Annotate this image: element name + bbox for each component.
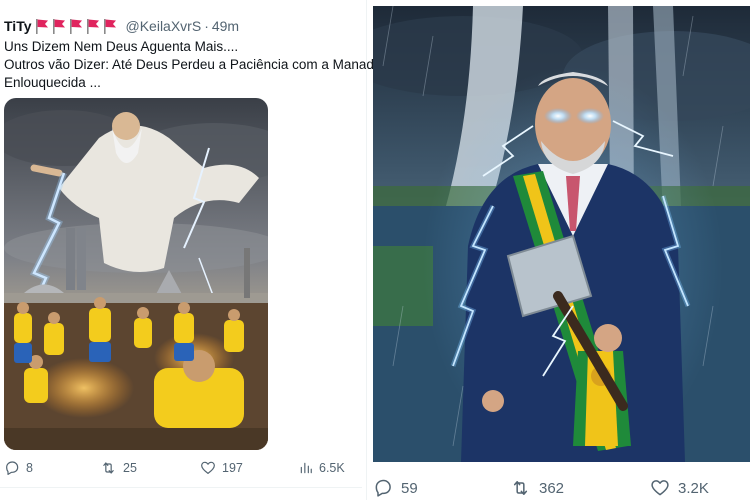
repost-icon bbox=[513, 481, 528, 495]
analytics-icon bbox=[300, 462, 312, 474]
reply-icon bbox=[375, 479, 391, 497]
author-handle[interactable]: @KeilaXvrS bbox=[126, 18, 202, 34]
tweet-actions: 8 25 197 6.5K bbox=[0, 455, 362, 481]
repost-button[interactable]: 362 bbox=[510, 476, 564, 500]
reply-icon bbox=[6, 461, 19, 475]
reply-button[interactable]: 8 bbox=[4, 455, 33, 481]
tweet-text: Uns Dizem Nem Deus Aguenta Mais.... Outr… bbox=[4, 38, 382, 92]
reply-count: 8 bbox=[26, 461, 33, 475]
repost-button[interactable]: 25 bbox=[100, 455, 137, 481]
repost-icon bbox=[103, 462, 114, 474]
tweet-text-line: Outros vão Dizer: Até Deus Perdeu a Paci… bbox=[4, 57, 382, 72]
tweet-media-image[interactable] bbox=[373, 6, 750, 462]
heart-icon bbox=[201, 461, 215, 474]
red-flag-icon bbox=[35, 18, 49, 34]
column-divider bbox=[366, 0, 367, 500]
red-flag-icon bbox=[103, 18, 117, 34]
like-button[interactable]: 3.2K bbox=[650, 476, 709, 500]
tweet-header: TiTy @KeilaXvrS · 49m bbox=[4, 17, 239, 35]
repost-count: 362 bbox=[539, 479, 565, 497]
red-flag-icon bbox=[52, 18, 66, 34]
tweet-actions: 59 362 3.2K bbox=[366, 476, 750, 500]
author-name[interactable]: TiTy bbox=[4, 18, 32, 34]
author-flags bbox=[35, 18, 120, 34]
separator-dot: · bbox=[204, 18, 209, 34]
reply-button[interactable]: 59 bbox=[373, 476, 418, 500]
post-time[interactable]: 49m bbox=[212, 18, 239, 34]
like-count: 197 bbox=[222, 461, 243, 475]
repost-count: 25 bbox=[123, 461, 137, 475]
views-count: 6.5K bbox=[319, 461, 345, 475]
tweet-text-line: Uns Dizem Nem Deus Aguenta Mais.... bbox=[4, 39, 239, 54]
like-button[interactable]: 197 bbox=[200, 455, 243, 481]
red-flag-icon bbox=[86, 18, 100, 34]
tweet-text-line: Enlouquecida ... bbox=[4, 75, 101, 90]
tweet-bottom-divider bbox=[0, 487, 362, 488]
red-flag-icon bbox=[69, 18, 83, 34]
like-count: 3.2K bbox=[678, 479, 709, 497]
tweet-media-image[interactable] bbox=[4, 98, 268, 450]
views-button[interactable]: 6.5K bbox=[299, 455, 345, 481]
reply-count: 59 bbox=[401, 479, 418, 497]
left-tweet[interactable]: TiTy @KeilaXvrS · 49m Uns Dizem Nem Deus… bbox=[0, 0, 382, 500]
heart-icon bbox=[651, 480, 669, 496]
